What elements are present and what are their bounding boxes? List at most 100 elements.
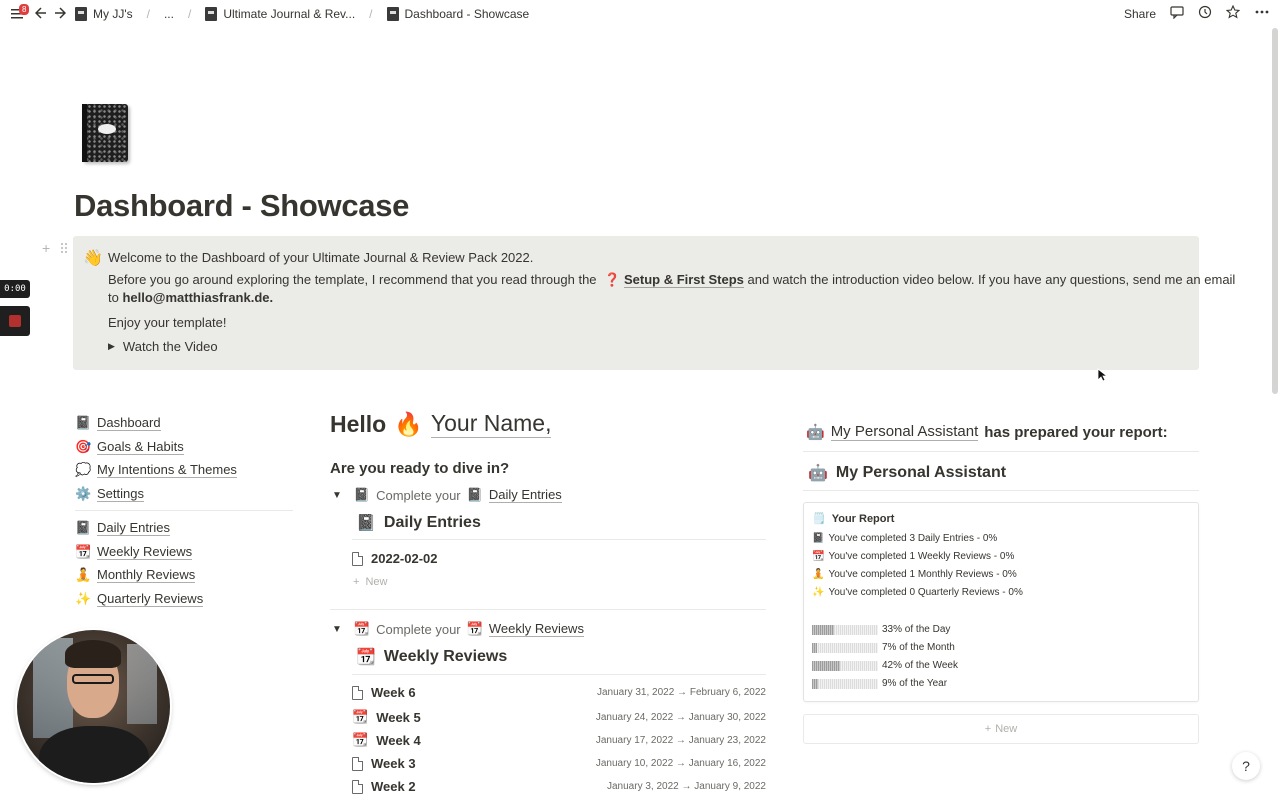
divider	[803, 451, 1199, 452]
page-icon	[352, 551, 363, 566]
report-card[interactable]: 🗒️ Your Report 📓 You've completed 3 Daily …	[803, 502, 1199, 702]
link-weekly-reviews[interactable]: 📆 Weekly Reviews	[75, 544, 193, 560]
toggle-open-icon[interactable]: ▼	[332, 624, 342, 635]
progress-line-week: 42% of the Week	[812, 660, 958, 671]
stop-icon	[9, 315, 21, 327]
table-row[interactable]: 📆 Week 4 January 17, 2022 → January 23, 2…	[352, 732, 766, 748]
notebook-icon: 📓	[75, 520, 92, 535]
progress-line-year: 9% of the Year	[812, 678, 947, 689]
notebook-icon	[75, 7, 87, 21]
user-name-link[interactable]: Your Name,	[430, 410, 552, 438]
progress-line-day: 33% of the Day	[812, 624, 950, 635]
link-intentions-themes[interactable]: 💭 My Intentions & Themes	[75, 462, 237, 478]
table-row[interactable]: Week 2 January 3, 2022 → January 9, 2022	[352, 779, 766, 794]
table-row[interactable]: 📆 Week 5 January 24, 2022 → January 30, 2…	[352, 709, 766, 725]
page-title[interactable]: Dashboard - Showcase	[74, 188, 409, 224]
assistant-new-button[interactable]: + New	[803, 714, 1199, 744]
divider	[75, 510, 293, 511]
watch-video-toggle[interactable]: ▶ Watch the Video	[108, 339, 218, 354]
report-line: 🧘 You've completed 1 Monthly Reviews - 0%	[812, 569, 1017, 580]
drag-handle-icon[interactable]	[60, 241, 68, 259]
stop-recording-button[interactable]	[0, 306, 30, 336]
comment-icon[interactable]	[1170, 5, 1184, 22]
notebook-icon: 📓	[353, 487, 371, 502]
weekly-reviews-link[interactable]: Weekly Reviews	[488, 621, 584, 637]
thought-bubble-icon: 💭	[75, 462, 92, 477]
daily-entries-toggle[interactable]: ▼ 📓 Complete your 📓 Daily Entries	[332, 487, 562, 503]
robot-icon: 🤖	[808, 465, 828, 482]
breadcrumb-separator: /	[187, 7, 192, 21]
progress-bar	[812, 660, 878, 671]
scrollbar[interactable]	[1272, 28, 1278, 394]
progress-bar	[812, 642, 878, 653]
daily-entries-db-title[interactable]: 📓 Daily Entries	[356, 513, 481, 533]
page-notebook-icon[interactable]	[82, 104, 128, 162]
link-quarterly-reviews[interactable]: ✨ Quarterly Reviews	[75, 591, 204, 607]
link-dashboard[interactable]: 📓 Dashboard	[75, 415, 161, 431]
forward-arrow-icon[interactable]	[54, 6, 67, 23]
breadcrumb-separator: /	[146, 7, 150, 21]
report-heading: 🤖 My Personal Assistant has prepared you…	[806, 423, 1168, 441]
weekly-reviews-db-title[interactable]: 📆 Weekly Reviews	[356, 647, 507, 667]
breadcrumb-separator: /	[369, 7, 373, 21]
target-icon: 🎯	[75, 439, 92, 454]
help-button[interactable]: ?	[1232, 752, 1260, 780]
calendar-icon: 📆	[466, 621, 483, 636]
report-line: 📆 You've completed 1 Weekly Reviews - 0%	[812, 551, 1015, 562]
table-row[interactable]: Week 3 January 10, 2022 → January 16, 20…	[352, 756, 766, 771]
personal-assistant-link[interactable]: My Personal Assistant	[830, 423, 979, 441]
fire-icon: 🔥	[394, 410, 423, 437]
callout-welcome-text: Welcome to the Dashboard of your Ultimat…	[108, 250, 534, 265]
callout-email-line: to hello@matthiasfrank.de.	[108, 290, 274, 305]
notebook-icon: 📓	[812, 533, 825, 544]
gear-icon: ⚙️	[75, 486, 92, 501]
toggle-open-icon[interactable]: ▼	[332, 490, 342, 501]
report-line: 📓 You've completed 3 Daily Entries - 0%	[812, 533, 998, 544]
callout-enjoy-text: Enjoy your template!	[108, 315, 227, 330]
callout-intro-line: Before you go around exploring the templ…	[108, 272, 1236, 288]
memo-icon: 🗒️	[812, 513, 826, 525]
assistant-db-title[interactable]: 🤖 My Personal Assistant	[808, 463, 1006, 483]
back-arrow-icon[interactable]	[34, 6, 47, 23]
calendar-icon: 📆	[353, 621, 371, 636]
welcome-callout: 👋 Welcome to the Dashboard of your Ultim…	[73, 236, 1235, 370]
daily-entries-link[interactable]: Daily Entries	[488, 487, 562, 503]
meditation-icon: 🧘	[75, 567, 92, 582]
greeting-heading: Hello 🔥 Your Name,	[330, 410, 552, 438]
list-item[interactable]: 2022-02-02	[352, 551, 766, 566]
breadcrumb-item-dashboard[interactable]: Dashboard - Showcase	[386, 7, 529, 21]
link-monthly-reviews[interactable]: 🧘 Monthly Reviews	[75, 567, 196, 583]
more-icon[interactable]	[1254, 5, 1270, 22]
share-button[interactable]: Share	[1124, 7, 1156, 21]
link-goals-habits[interactable]: 🎯 Goals & Habits	[75, 439, 184, 455]
toggle-triangle-icon[interactable]: ▶	[108, 341, 115, 352]
sparkles-icon: ✨	[75, 591, 92, 606]
weekly-reviews-toggle[interactable]: ▼ 📆 Complete your 📆 Weekly Reviews	[332, 621, 584, 637]
email-address[interactable]: hello@matthiasfrank.de.	[122, 290, 273, 305]
link-daily-entries[interactable]: 📓 Daily Entries	[75, 520, 170, 536]
calendar-icon: 📆	[812, 551, 825, 562]
dive-in-heading: Are you ready to dive in?	[330, 460, 510, 477]
notebook-icon	[205, 7, 218, 21]
webcam-overlay	[17, 630, 170, 783]
breadcrumb-item-my-jjs[interactable]: My JJ's	[75, 7, 133, 21]
notebook-icon: 📓	[356, 515, 376, 532]
add-block-icon[interactable]: +	[42, 240, 50, 256]
calendar-icon: 📆	[75, 544, 92, 559]
daily-new-button[interactable]: + New	[353, 576, 387, 588]
report-line: ✨ You've completed 0 Quarterly Reviews - …	[812, 587, 1023, 598]
breadcrumb-item-ellipsis[interactable]: ...	[164, 7, 174, 21]
topbar-actions: Share	[1124, 4, 1270, 22]
star-icon[interactable]	[1225, 4, 1241, 22]
progress-bar	[812, 678, 878, 689]
table-row[interactable]: Week 6 January 31, 2022 → February 6, 20…	[352, 685, 766, 700]
plus-icon: +	[353, 576, 360, 588]
divider	[352, 674, 766, 675]
link-settings[interactable]: ⚙️ Settings	[75, 486, 144, 502]
notification-badge: 8	[19, 4, 30, 15]
breadcrumb: My JJ's / ... / Ultimate Journal & Rev..…	[75, 7, 529, 21]
report-card-title: 🗒️ Your Report	[812, 512, 895, 526]
history-icon[interactable]	[1198, 5, 1212, 22]
setup-first-steps-link[interactable]: Setup & First Steps	[623, 272, 744, 288]
breadcrumb-item-journal[interactable]: Ultimate Journal & Rev...	[205, 7, 355, 21]
